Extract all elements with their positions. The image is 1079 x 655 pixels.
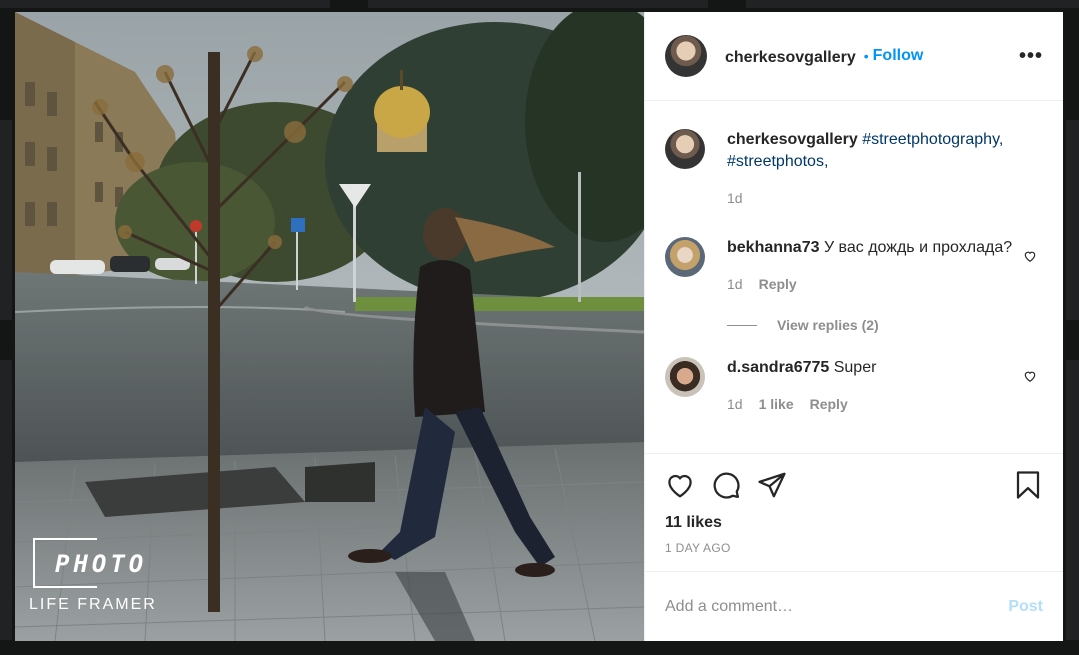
likes-count[interactable]: 11 likes bbox=[665, 514, 1043, 532]
more-options-icon[interactable]: ••• bbox=[1019, 45, 1043, 68]
comment-item: d.sandra6775 Super 1d 1 like Reply bbox=[665, 357, 1043, 415]
add-comment-bar: Post bbox=[645, 571, 1063, 641]
comment-username[interactable]: bekhanna73 bbox=[727, 239, 819, 256]
separator-dot: • bbox=[863, 48, 869, 64]
comment-likes[interactable]: 1 like bbox=[759, 393, 794, 415]
comment-time[interactable]: 1d bbox=[727, 273, 743, 295]
replies-line bbox=[727, 324, 757, 326]
hashtag-link[interactable]: #streetphotos, bbox=[727, 153, 828, 170]
comment-meta: 1d Reply bbox=[727, 273, 1013, 295]
like-heart-icon[interactable] bbox=[665, 470, 695, 500]
comment-like-icon[interactable] bbox=[1023, 249, 1037, 263]
save-bookmark-icon[interactable] bbox=[1013, 470, 1043, 500]
photo-watermark: PHOTO LIFE FRAMER bbox=[29, 534, 169, 614]
reply-button[interactable]: Reply bbox=[759, 273, 797, 295]
comment-like-icon[interactable] bbox=[1023, 369, 1037, 383]
comment-input[interactable] bbox=[665, 597, 1009, 616]
post-actions: 11 likes 1 DAY AGO bbox=[645, 453, 1063, 571]
author-avatar[interactable] bbox=[665, 35, 707, 77]
comment-text: У вас дождь и прохлада? bbox=[823, 239, 1013, 256]
hashtag-link[interactable]: #streetphotography, bbox=[862, 131, 1003, 148]
caption: cherkesovgallery #streetphotography, #st… bbox=[665, 129, 1043, 209]
post-sidebar: cherkesovgallery • Follow ••• cherkesovg… bbox=[644, 12, 1063, 641]
comments-list[interactable]: cherkesovgallery #streetphotography, #st… bbox=[645, 101, 1063, 453]
comment-item: bekhanna73 У вас дождь и прохлада? 1d Re… bbox=[665, 237, 1043, 295]
post-header: cherkesovgallery • Follow ••• bbox=[645, 12, 1063, 101]
view-replies-label: View replies (2) bbox=[777, 317, 879, 333]
share-send-icon[interactable] bbox=[757, 470, 787, 500]
comment-text: Super bbox=[833, 359, 877, 376]
caption-body: cherkesovgallery #streetphotography, #st… bbox=[727, 129, 1043, 209]
commenter-avatar[interactable] bbox=[665, 237, 705, 277]
watermark-sub: LIFE FRAMER bbox=[29, 596, 157, 613]
comment-meta: 1d 1 like Reply bbox=[727, 393, 1013, 415]
comment-body: bekhanna73 У вас дождь и прохлада? 1d Re… bbox=[727, 237, 1043, 295]
follow-button[interactable]: Follow bbox=[873, 47, 924, 65]
reply-button[interactable]: Reply bbox=[810, 393, 848, 415]
author-username[interactable]: cherkesovgallery bbox=[725, 49, 856, 67]
watermark-word: PHOTO bbox=[55, 550, 148, 578]
photo-logo: PHOTO bbox=[29, 534, 169, 590]
caption-username[interactable]: cherkesovgallery bbox=[727, 131, 858, 148]
post-photo: PHOTO LIFE FRAMER bbox=[15, 12, 644, 641]
commenter-avatar[interactable] bbox=[665, 357, 705, 397]
comment-username[interactable]: d.sandra6775 bbox=[727, 359, 829, 376]
comment-body: d.sandra6775 Super 1d 1 like Reply bbox=[727, 357, 1043, 415]
view-replies-button[interactable]: View replies (2) bbox=[727, 317, 1043, 333]
caption-avatar[interactable] bbox=[665, 129, 705, 169]
action-icons bbox=[665, 468, 1043, 502]
comment-bubble-icon[interactable] bbox=[711, 470, 741, 500]
comment-time[interactable]: 1d bbox=[727, 393, 743, 415]
caption-meta: 1d bbox=[727, 187, 1013, 209]
post-modal: PHOTO LIFE FRAMER cherkesovgallery • Fol… bbox=[15, 12, 1063, 641]
caption-time[interactable]: 1d bbox=[727, 187, 743, 209]
post-button[interactable]: Post bbox=[1008, 598, 1043, 616]
post-date[interactable]: 1 DAY AGO bbox=[665, 541, 1043, 555]
